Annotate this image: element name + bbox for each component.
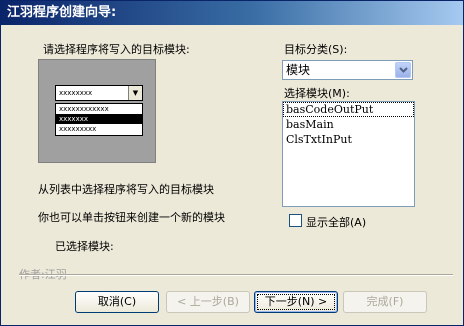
separator	[19, 274, 453, 276]
preview-image: xxxxxxxx ▼ xxxxxxxxxxxx xxxxxxx xxxxxxxx…	[38, 59, 156, 163]
wizard-window: 江羽程序创建向导: 请选择程序将写入的目标模块: xxxxxxxx ▼ xxxx…	[0, 0, 464, 326]
selected-module-label: 已选择模块:	[55, 240, 114, 253]
category-value: 模块	[286, 63, 311, 77]
module-list-item[interactable]: ClsTxtInPut	[283, 132, 414, 147]
module-list-item[interactable]: basMain	[283, 117, 414, 132]
preview-combo: xxxxxxxx ▼	[55, 85, 143, 101]
help-text-line2: 你也可以单击按钮来创建一个新的模块	[38, 211, 225, 224]
module-list-item[interactable]: basCodeOutPut	[283, 102, 414, 117]
preview-combo-text: xxxxxxxx	[59, 89, 93, 97]
cancel-button[interactable]: 取消(C)	[75, 291, 159, 313]
instruction-text: 请选择程序将写入的目标模块:	[43, 43, 190, 56]
show-all-label[interactable]: 显示全部(A)	[306, 214, 366, 230]
preview-dropdown-icon: ▼	[128, 86, 142, 100]
preview-list-item-selected: xxxxxxx	[56, 114, 142, 124]
chevron-down-icon[interactable]	[395, 62, 411, 78]
finish-button[interactable]: 完成(F)	[343, 291, 427, 313]
category-label: 目标分类(S):	[284, 43, 348, 56]
back-button[interactable]: < 上一步(B)	[166, 291, 250, 313]
preview-list-item: xxxxxxxxxxxx	[59, 105, 109, 113]
preview-list-item: xxxxxxxxx	[59, 125, 97, 133]
window-title: 江羽程序创建向导:	[1, 1, 463, 25]
show-all-checkbox[interactable]	[289, 214, 302, 227]
next-button[interactable]: 下一步(N) >	[254, 291, 338, 313]
module-list[interactable]: basCodeOutPut basMain ClsTxtInPut	[282, 101, 415, 207]
preview-list: xxxxxxxxxxxx xxxxxxx xxxxxxxxx	[55, 103, 143, 136]
module-list-label: 选择模块(M):	[284, 87, 350, 100]
help-text-line1: 从列表中选择程序将写入的目标模块	[38, 183, 214, 196]
category-select[interactable]: 模块	[282, 60, 413, 80]
